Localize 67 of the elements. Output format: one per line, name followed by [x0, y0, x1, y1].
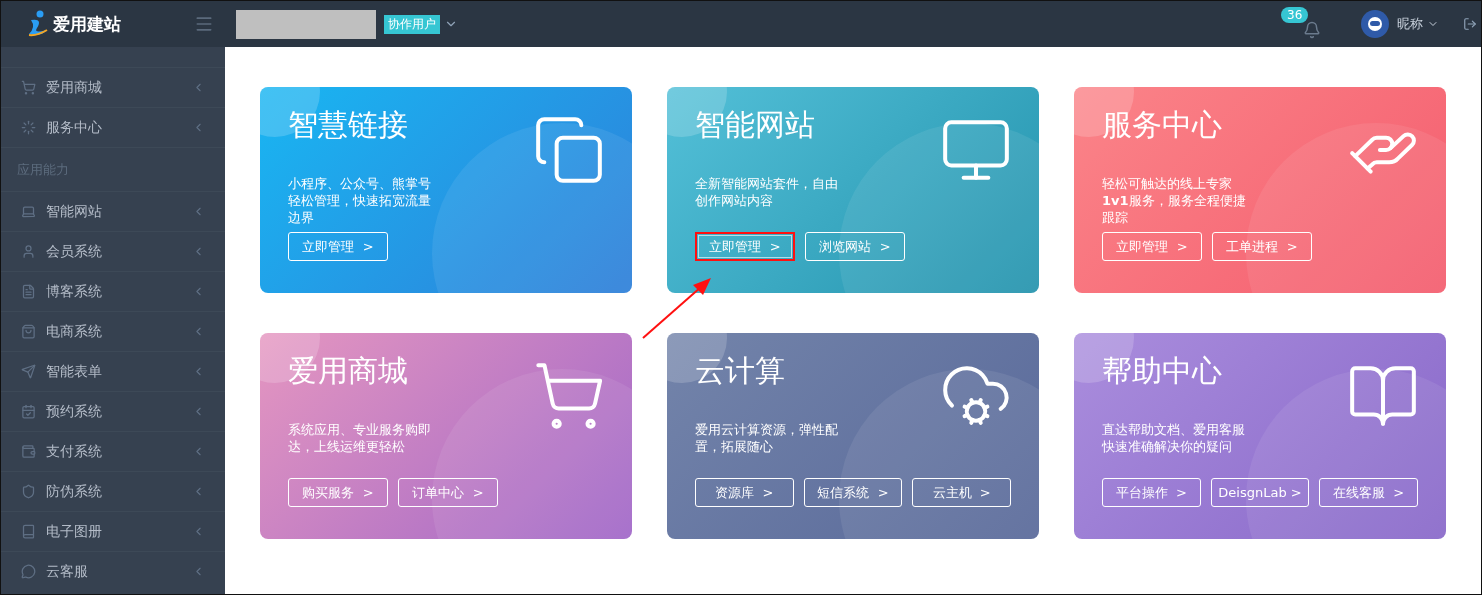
card-title: 帮助中心 [1102, 352, 1223, 390]
sidebar-item-label: 服务中心 [46, 118, 103, 137]
card-title: 爱用商城 [288, 352, 409, 390]
spinner-icon [21, 120, 36, 135]
card-description: 小程序、公众号、熊掌号 轻松管理，快速拓宽流量 边界 [288, 175, 432, 226]
sidebar-item[interactable]: 博客系统 [1, 271, 225, 311]
card-title: 云计算 [695, 352, 786, 390]
menu-icon[interactable] [194, 14, 214, 34]
card-button[interactable]: 订单中心 > [398, 478, 498, 507]
sidebar-item-label: 防伪系统 [46, 482, 103, 501]
sidebar-item[interactable]: 防伪系统 [1, 471, 225, 511]
wallet-icon [21, 444, 36, 459]
book-icon [21, 524, 36, 539]
sidebar-item-label: 电子图册 [46, 522, 103, 541]
laptop-icon [21, 204, 36, 219]
card-description: 爱用云计算资源，弹性配 置，拓展随心 [695, 421, 839, 455]
card-description: 系统应用、专业服务购即 达，上线运维更轻松 [288, 421, 432, 455]
card-title: 服务中心 [1102, 106, 1223, 144]
role-badge: 协作用户 [384, 14, 440, 34]
sidebar-item[interactable]: 云客服 [1, 551, 225, 591]
card-description: 直达帮助文档、爱用客服 快速准确解决你的疑问 [1102, 421, 1246, 455]
card-description: 轻松可触达的线上专家 1v1服务，服务全程便捷 跟踪 [1102, 175, 1247, 226]
card-button[interactable]: 短信系统 > [803, 478, 903, 507]
sidebar-item-label: 电商系统 [46, 322, 103, 341]
sidebar-item-label: 会员系统 [46, 242, 103, 261]
sidebar-item[interactable]: 支付系统 [1, 431, 225, 471]
card-button[interactable]: 平台操作 > [1102, 478, 1201, 507]
avatar[interactable] [1361, 10, 1389, 38]
logo-text: 爱用建站 [53, 12, 121, 36]
sidebar-item-label: 支付系统 [46, 442, 103, 461]
annotation-arrow [641, 275, 713, 341]
sidebar-item[interactable]: 预约系统 [1, 391, 225, 431]
sidebar-item-label: 预约系统 [46, 402, 103, 421]
card-button[interactable]: 云主机 > [912, 478, 1011, 507]
card-title: 智慧链接 [288, 106, 409, 144]
cart-icon [21, 80, 36, 95]
document-icon [21, 284, 36, 299]
card-button[interactable]: DeisgnLab > [1210, 478, 1310, 507]
card-button[interactable]: 购买服务 > [288, 478, 388, 507]
card-button[interactable]: 在线客服 > [1319, 478, 1418, 507]
logo-icon [27, 10, 49, 38]
bag-icon [21, 324, 36, 339]
card-title: 智能网站 [695, 106, 816, 144]
shield-icon [21, 484, 36, 499]
sidebar-item-label: 云客服 [46, 562, 89, 581]
sidebar-item-label: 博客系统 [46, 282, 103, 301]
paper-plane-icon [21, 364, 36, 379]
sidebar-item-label: 智能网站 [46, 202, 103, 221]
sidebar-item[interactable]: 电子图册 [1, 511, 225, 551]
bell-icon[interactable] [1303, 21, 1321, 39]
chat-bubble-icon [21, 564, 36, 579]
card-button[interactable]: 资源库 > [695, 478, 794, 507]
sidebar-item-label: 爱用商城 [46, 78, 103, 97]
sidebar-item[interactable]: 智能网站 [1, 191, 225, 231]
notification-count: 36 [1281, 7, 1309, 23]
sidebar-item[interactable]: 电商系统 [1, 311, 225, 351]
sidebar-item[interactable]: 爱用商城 [1, 67, 225, 107]
sidebar-item[interactable]: 会员系统 [1, 231, 225, 271]
sidebar-item-label: 智能表单 [46, 362, 103, 381]
card-description: 全新智能网站套件，自由 创作网站内容 [695, 175, 839, 209]
calendar-icon [21, 404, 36, 419]
sidebar-item[interactable]: 智能表单 [1, 351, 225, 391]
user-icon [21, 244, 36, 259]
card-button[interactable]: 立即管理 > [288, 232, 388, 261]
user-name[interactable]: 昵称 [1397, 15, 1423, 33]
logout-icon[interactable] [1463, 17, 1477, 31]
sidebar-item[interactable]: 服务中心 [1, 107, 225, 147]
